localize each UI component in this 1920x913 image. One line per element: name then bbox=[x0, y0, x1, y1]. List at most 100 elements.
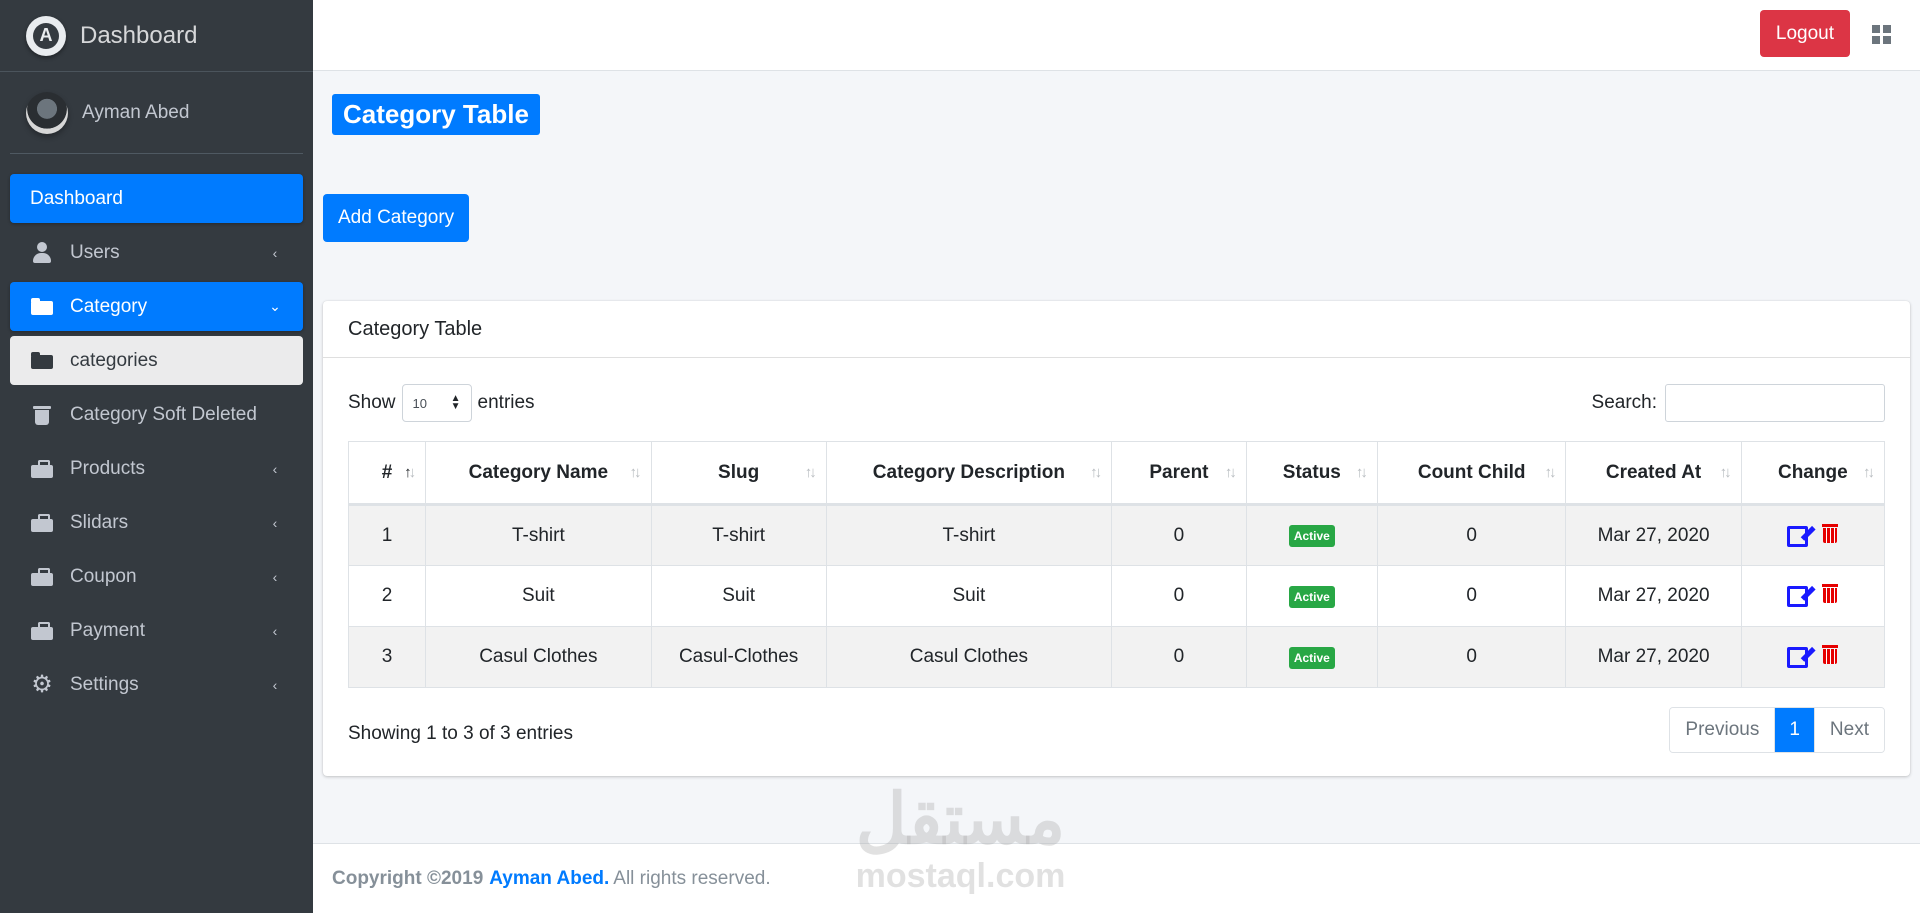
cell-category-name: Suit bbox=[425, 565, 652, 627]
cell-parent: 0 bbox=[1111, 504, 1247, 566]
chevron-left-icon: ‹ bbox=[272, 460, 278, 477]
entries-label: entries bbox=[477, 392, 535, 413]
cell-description: Casul Clothes bbox=[825, 626, 1113, 688]
cell-id: 3 bbox=[347, 626, 427, 688]
next-page-button[interactable]: Next bbox=[1813, 708, 1884, 752]
brand-link[interactable]: A Dashboard bbox=[0, 0, 313, 72]
edit-icon[interactable] bbox=[1787, 523, 1809, 547]
delete-icon[interactable] bbox=[1822, 644, 1839, 664]
column-header-change[interactable]: Change ↑↓ bbox=[1740, 441, 1886, 506]
cell-parent: 0 bbox=[1111, 626, 1247, 688]
table-info: Showing 1 to 3 of 3 entries bbox=[348, 723, 573, 744]
status-badge: Active bbox=[1288, 525, 1335, 547]
sort-icon: ↑↓ bbox=[1224, 464, 1237, 481]
sidebar-nav: Dashboard Users ‹ Category ⌄ categories … bbox=[0, 154, 313, 709]
cell-parent: 0 bbox=[1111, 565, 1247, 627]
sidebar-item-users[interactable]: Users ‹ bbox=[10, 228, 303, 277]
cell-slug: Casul-Clothes bbox=[650, 626, 827, 688]
cell-status: Active bbox=[1245, 504, 1378, 566]
add-category-button[interactable]: Add Category bbox=[323, 194, 470, 242]
briefcase-icon bbox=[30, 459, 54, 479]
cell-actions bbox=[1740, 504, 1886, 566]
delete-icon[interactable] bbox=[1822, 583, 1839, 603]
sidebar-item-label: Category Soft Deleted bbox=[70, 403, 257, 425]
user-icon bbox=[30, 241, 54, 263]
briefcase-icon bbox=[30, 513, 54, 533]
logout-button[interactable]: Logout bbox=[1759, 10, 1850, 57]
cell-count-child: 0 bbox=[1376, 565, 1567, 627]
author-link[interactable]: Ayman Abed. bbox=[489, 868, 609, 890]
sidebar-item-products[interactable]: Products ‹ bbox=[10, 444, 303, 493]
brand-logo: A bbox=[26, 15, 66, 56]
column-header-slug[interactable]: Slug ↑↓ bbox=[650, 441, 827, 506]
user-panel[interactable]: Ayman Abed bbox=[10, 72, 303, 154]
chevron-left-icon: ‹ bbox=[272, 568, 278, 585]
category-table-card: Category Table Show 10 ▲ ▼ entries Search… bbox=[323, 301, 1910, 776]
table-header-row: # ↑↓ Category Name ↑↓ Slug ↑↓ Category Desc… bbox=[347, 441, 1886, 506]
sort-icon: ↑↓ bbox=[804, 464, 817, 481]
sidebar-item-label: Coupon bbox=[70, 565, 137, 587]
sort-icon: ↑↓ bbox=[1544, 464, 1556, 481]
sidebar-item-category[interactable]: Category ⌄ bbox=[10, 282, 303, 331]
cell-slug: T-shirt bbox=[650, 504, 827, 566]
edit-icon[interactable] bbox=[1787, 583, 1809, 607]
sidebar-item-label: Payment bbox=[70, 619, 145, 641]
entries-select[interactable]: 10 ▲ ▼ bbox=[401, 384, 472, 422]
sidebar-item-dashboard[interactable]: Dashboard bbox=[10, 174, 303, 223]
page-1-button[interactable]: 1 bbox=[1774, 708, 1814, 752]
cell-id: 2 bbox=[347, 565, 427, 627]
delete-icon[interactable] bbox=[1822, 523, 1839, 543]
cell-created-at: Mar 27, 2020 bbox=[1565, 626, 1742, 688]
cell-category-name: Casul Clothes bbox=[425, 626, 652, 688]
sort-icon: ↑↓ bbox=[1090, 464, 1102, 481]
sidebar-item-label: Products bbox=[70, 457, 145, 479]
column-header-id[interactable]: # ↑↓ bbox=[347, 441, 427, 506]
cell-category-name: T-shirt bbox=[425, 504, 652, 566]
column-header-parent[interactable]: Parent ↑↓ bbox=[1111, 441, 1247, 506]
sidebar-item-label: Settings bbox=[70, 673, 139, 695]
sidebar-item-label: Category bbox=[70, 295, 148, 317]
column-header-category-name[interactable]: Category Name ↑↓ bbox=[425, 441, 652, 506]
search-input[interactable] bbox=[1665, 384, 1885, 422]
briefcase-icon bbox=[30, 621, 54, 641]
sort-icon: ↑↓ bbox=[1719, 464, 1732, 481]
sidebar-item-payment[interactable]: Payment ‹ bbox=[10, 606, 303, 655]
cell-created-at: Mar 27, 2020 bbox=[1565, 504, 1742, 566]
sidebar-item-label: Users bbox=[70, 241, 120, 263]
column-header-status[interactable]: Status ↑↓ bbox=[1245, 441, 1378, 506]
cell-description: T-shirt bbox=[825, 504, 1113, 566]
gear-icon: ⚙ bbox=[31, 670, 53, 698]
edit-icon[interactable] bbox=[1787, 644, 1809, 668]
sidebar-item-coupon[interactable]: Coupon ‹ bbox=[10, 552, 303, 601]
sort-icon: ↑↓ bbox=[629, 464, 642, 481]
cell-count-child: 0 bbox=[1376, 504, 1567, 566]
sidebar-item-slidars[interactable]: Slidars ‹ bbox=[10, 498, 303, 547]
sidebar-item-settings[interactable]: ⚙ Settings ‹ bbox=[10, 660, 303, 709]
cell-description: Suit bbox=[825, 565, 1113, 627]
cell-actions bbox=[1740, 565, 1886, 627]
sidebar-item-category-soft-deleted[interactable]: Category Soft Deleted bbox=[10, 390, 303, 439]
cell-id: 1 bbox=[347, 504, 427, 566]
column-header-category-description[interactable]: Category Description ↑↓ bbox=[825, 441, 1113, 506]
user-name: Ayman Abed bbox=[82, 101, 190, 123]
chevron-left-icon: ‹ bbox=[272, 622, 278, 639]
previous-page-button[interactable]: Previous bbox=[1670, 708, 1775, 752]
sort-icon: ↑↓ bbox=[1355, 464, 1368, 481]
grid-icon[interactable] bbox=[1872, 25, 1891, 44]
column-header-created-at[interactable]: Created At ↑↓ bbox=[1565, 441, 1742, 506]
sidebar-item-label: Slidars bbox=[70, 511, 129, 533]
folder-icon bbox=[30, 351, 54, 371]
select-arrows-icon: ▲ ▼ bbox=[450, 393, 461, 412]
avatar bbox=[26, 91, 68, 134]
briefcase-icon bbox=[30, 567, 54, 587]
status-badge: Active bbox=[1288, 585, 1335, 608]
sidebar-item-label: categories bbox=[70, 349, 158, 371]
pagination: Previous 1 Next bbox=[1669, 707, 1885, 753]
status-badge: Active bbox=[1288, 646, 1335, 669]
sidebar-item-categories[interactable]: categories bbox=[10, 336, 303, 385]
card-title: Category Table bbox=[323, 301, 1910, 358]
column-header-count-child[interactable]: Count Child ↑↓ bbox=[1376, 441, 1567, 506]
cell-actions bbox=[1740, 626, 1886, 688]
entries-length-control: Show 10 ▲ ▼ entries bbox=[348, 384, 535, 422]
cell-count-child: 0 bbox=[1376, 626, 1567, 688]
